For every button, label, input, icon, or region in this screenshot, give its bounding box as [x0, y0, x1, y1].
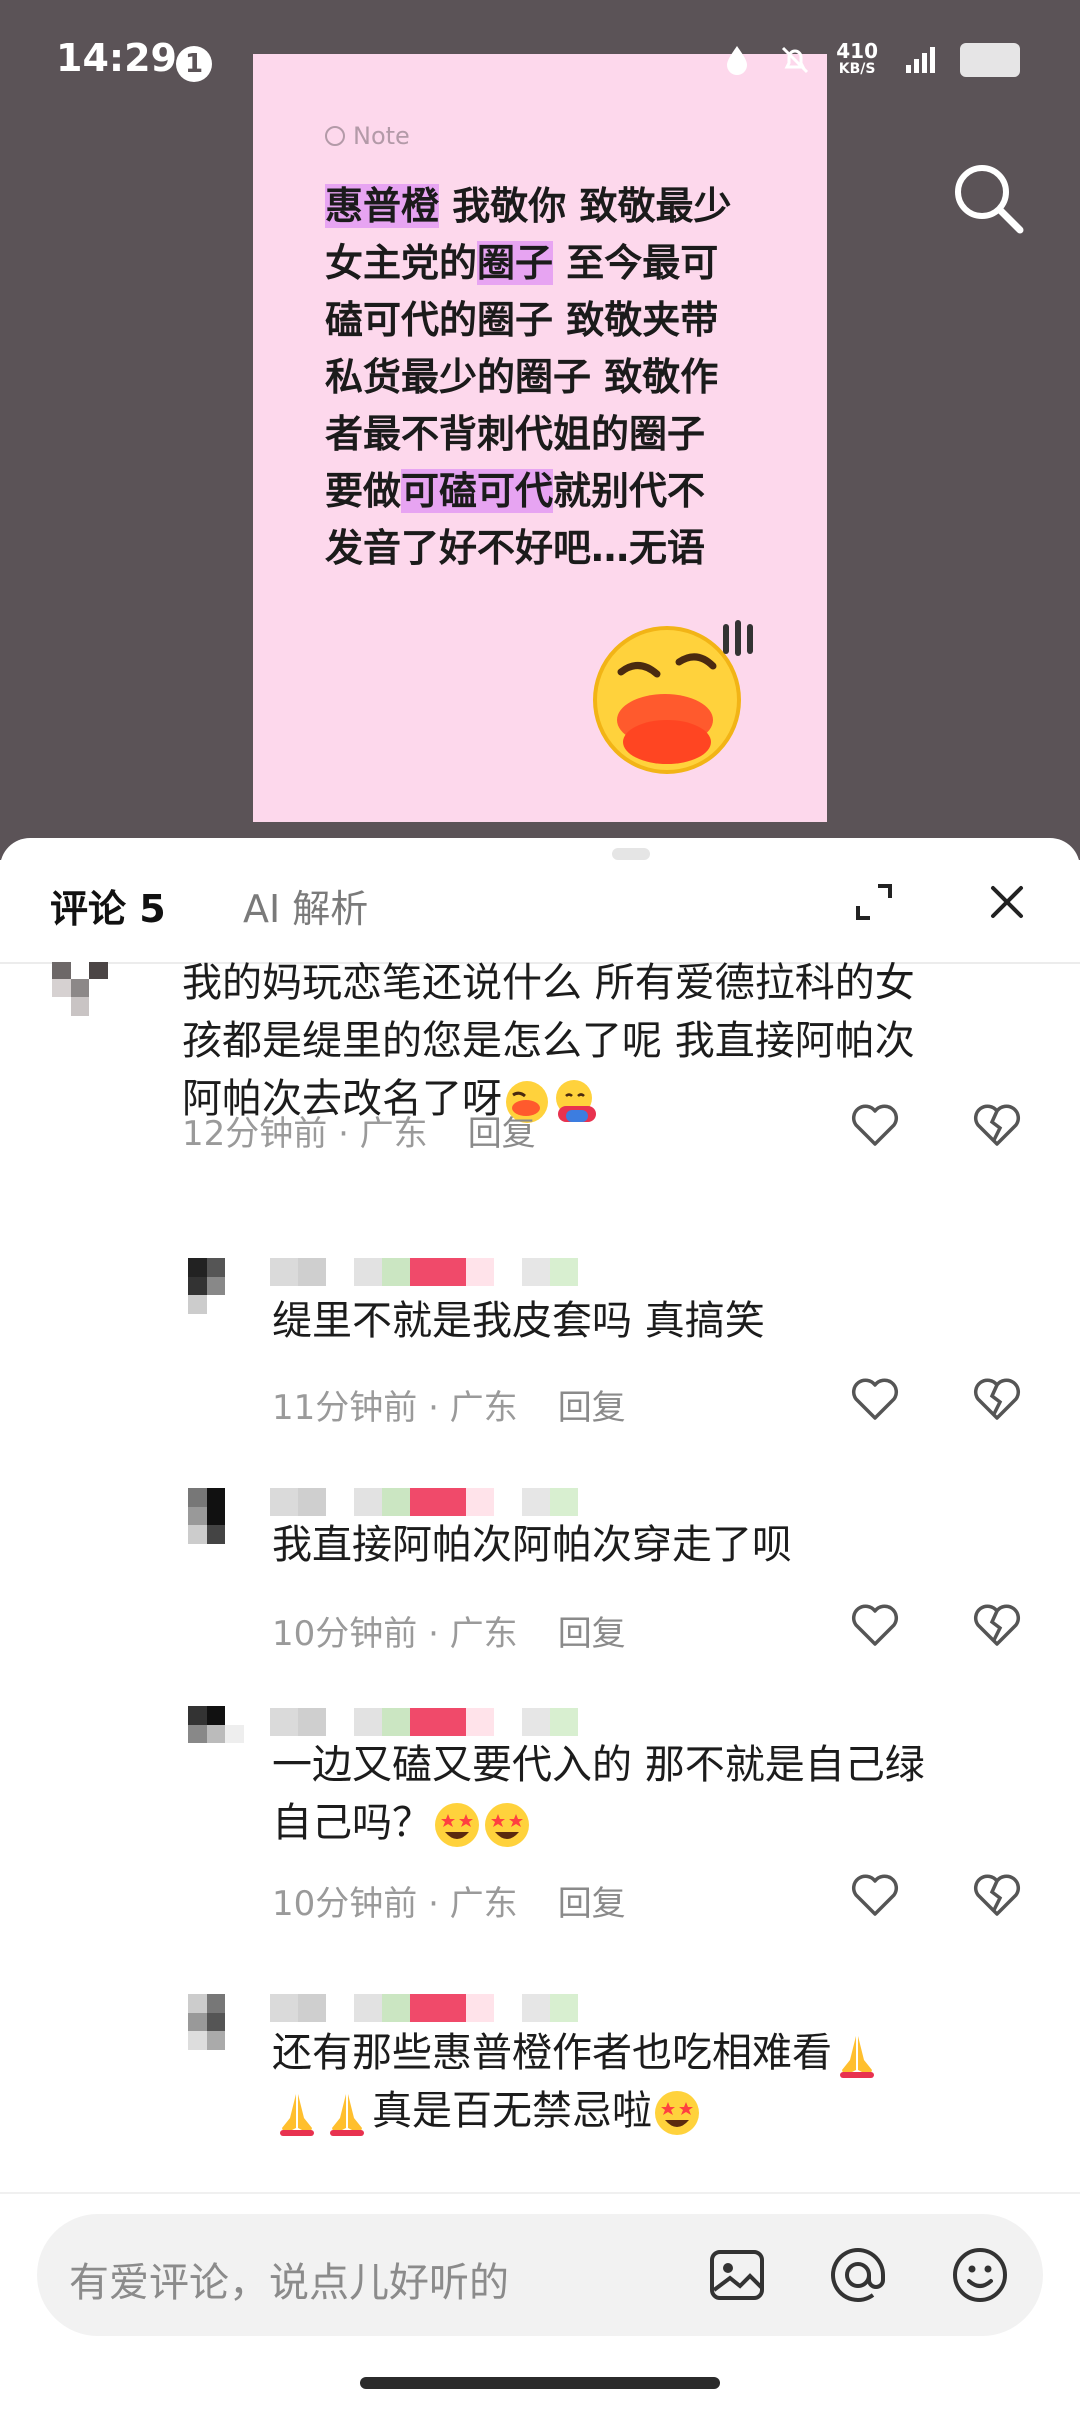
note-text-segment: 女主党的: [325, 241, 478, 285]
at-icon[interactable]: [827, 2244, 889, 2306]
post-media-area[interactable]: Note 惠普橙 我敬你 致敬最少 女主党的圈子 至今最可 磕可代的圈子 致敬夹带私…: [0, 0, 1080, 860]
heart-icon[interactable]: [850, 1102, 900, 1148]
username[interactable]: [270, 1708, 578, 1736]
note-text-segment: 磕可代的圈子 致敬夹带: [325, 298, 719, 342]
expand-icon[interactable]: [852, 880, 896, 924]
folded-hands-emoji: [280, 2094, 314, 2136]
emoji-icon[interactable]: [949, 2244, 1011, 2306]
note-text-segment: 至今最可: [553, 241, 719, 285]
note-text-segment: 要做: [325, 469, 402, 513]
duck-face-emoji: [593, 620, 753, 774]
note-text: 惠普橙 我敬你 致敬最少 女主党的圈子 至今最可 磕可代的圈子 致敬夹带 私货最少的圈…: [325, 178, 765, 577]
avatar[interactable]: [188, 1258, 244, 1314]
note-card: Note 惠普橙 我敬你 致敬最少 女主党的圈子 至今最可 磕可代的圈子 致敬夹带私…: [253, 54, 827, 822]
note-line: 磕可代的圈子 致敬夹带: [325, 292, 765, 349]
search-icon[interactable]: [946, 156, 1030, 240]
avatar[interactable]: [52, 962, 108, 1016]
reply-button[interactable]: 回复: [558, 1614, 626, 1654]
comment-line: 自己吗？: [272, 1794, 925, 1852]
note-text-segment: 者最不背刺代姐的圈子: [325, 412, 706, 456]
notification-badge: 1: [176, 46, 212, 82]
username[interactable]: [270, 1258, 578, 1286]
username[interactable]: [270, 1488, 578, 1516]
folded-hands-emoji: [330, 2094, 364, 2136]
comment-meta: 12分钟前 · 广东 回复: [182, 1106, 536, 1155]
comment-text: 我直接阿帕次阿帕次穿走了呗: [272, 1516, 792, 1574]
heart-icon[interactable]: [850, 1872, 900, 1918]
star-struck-emoji: [435, 1803, 479, 1847]
star-struck-emoji: [655, 2091, 699, 2135]
comment-list[interactable]: 我的妈玩恋笔还说什么 所有爱德拉科的女 孩都是缇里的您是怎么了呢 我直接阿帕次 阿帕…: [0, 962, 1080, 2192]
highlighted-text: 圈子: [477, 241, 554, 285]
net-speed: 410 KB/S: [836, 39, 878, 77]
image-icon[interactable]: [706, 2244, 768, 2306]
comment-text: 缇里不就是我皮套吗 真搞笑: [272, 1292, 765, 1350]
reply-button[interactable]: 回复: [558, 1884, 626, 1924]
note-text-segment: 就别代不: [553, 469, 706, 513]
broken-heart-icon[interactable]: [972, 1102, 1022, 1148]
comment-time-location: 10分钟前 · 广东: [272, 1614, 518, 1654]
comment-meta: 10分钟前 · 广东 回复: [272, 1876, 626, 1925]
broken-heart-icon[interactable]: [972, 1602, 1022, 1648]
signal-icon: [906, 47, 935, 73]
note-line: 要做可磕可代就别代不: [325, 463, 765, 520]
avatar[interactable]: [188, 1706, 244, 1762]
note-text-segment: 发音了好不好吧…无语: [325, 526, 706, 570]
close-icon[interactable]: [985, 880, 1029, 924]
battery-icon: [960, 43, 1020, 77]
heart-icon[interactable]: [850, 1602, 900, 1648]
comment-line: 我直接阿帕次阿帕次穿走了呗: [272, 1522, 792, 1568]
note-line: 女主党的圈子 至今最可: [325, 235, 765, 292]
home-indicator[interactable]: [360, 2377, 720, 2389]
mute-bell-icon: [782, 46, 809, 74]
comment-time-location: 12分钟前 · 广东: [182, 1114, 428, 1154]
avatar[interactable]: [188, 1994, 244, 2050]
note-line: 发音了好不好吧…无语: [325, 520, 765, 577]
reply-button[interactable]: 回复: [558, 1388, 626, 1428]
broken-heart-icon[interactable]: [972, 1872, 1022, 1918]
water-drop-icon: [727, 46, 748, 75]
broken-heart-icon[interactable]: [972, 1376, 1022, 1422]
folded-hands-emoji: [840, 2036, 874, 2078]
comment-line: 一边又磕又要代入的 那不就是自己绿: [272, 1742, 925, 1788]
username[interactable]: [270, 1994, 578, 2022]
status-bar: 14:29 1 410 KB/S: [0, 0, 1080, 130]
star-struck-emoji: [485, 1803, 529, 1847]
comment-meta: 10分钟前 · 广东 回复: [272, 1606, 626, 1655]
reply-button[interactable]: 回复: [468, 1114, 536, 1154]
comment-input[interactable]: 有爱评论，说点儿好听的: [37, 2214, 1043, 2336]
comment-sheet-header: 评论 5 AI 解析: [0, 838, 1080, 964]
comment-line: 缇里不就是我皮套吗 真搞笑: [272, 1298, 765, 1344]
note-text-segment: 私货最少的圈子 致敬作: [325, 355, 719, 399]
comment-text: 我的妈玩恋笔还说什么 所有爱德拉科的女 孩都是缇里的您是怎么了呢 我直接阿帕次 阿帕…: [182, 962, 915, 1128]
status-time: 14:29: [56, 36, 177, 80]
comment-input-placeholder: 有爱评论，说点儿好听的: [69, 2260, 509, 2306]
tab-comments[interactable]: 评论 5: [50, 878, 166, 933]
note-line: 者最不背刺代姐的圈子: [325, 406, 765, 463]
comment-meta: 11分钟前 · 广东 回复: [272, 1380, 626, 1429]
avatar[interactable]: [188, 1488, 244, 1544]
comment-line: 真是百无禁忌啦: [272, 2082, 882, 2140]
comment-text: 还有那些惠普橙作者也吃相难看 真是百无禁忌啦: [272, 2024, 882, 2140]
status-icons: 410 KB/S: [720, 39, 1020, 78]
tab-ai-analysis[interactable]: AI 解析: [243, 878, 368, 933]
note-text-segment: 我敬你 致敬最少: [439, 184, 732, 228]
highlighted-text: 惠普橙: [325, 184, 440, 228]
comment-line: 我的妈玩恋笔还说什么 所有爱德拉科的女: [182, 962, 915, 1006]
note-line: 惠普橙 我敬你 致敬最少: [325, 178, 765, 235]
comment-time-location: 11分钟前 · 广东: [272, 1388, 518, 1428]
comment-time-location: 10分钟前 · 广东: [272, 1884, 518, 1924]
heart-icon[interactable]: [850, 1376, 900, 1422]
highlighted-text: 可磕可代: [401, 469, 554, 513]
note-line: 私货最少的圈子 致敬作: [325, 349, 765, 406]
comment-line: 还有那些惠普橙作者也吃相难看: [272, 2024, 882, 2082]
hug-emoji: [556, 1080, 596, 1122]
comment-text: 一边又磕又要代入的 那不就是自己绿自己吗？: [272, 1736, 925, 1852]
comment-line: 孩都是缇里的您是怎么了呢 我直接阿帕次: [182, 1018, 915, 1064]
